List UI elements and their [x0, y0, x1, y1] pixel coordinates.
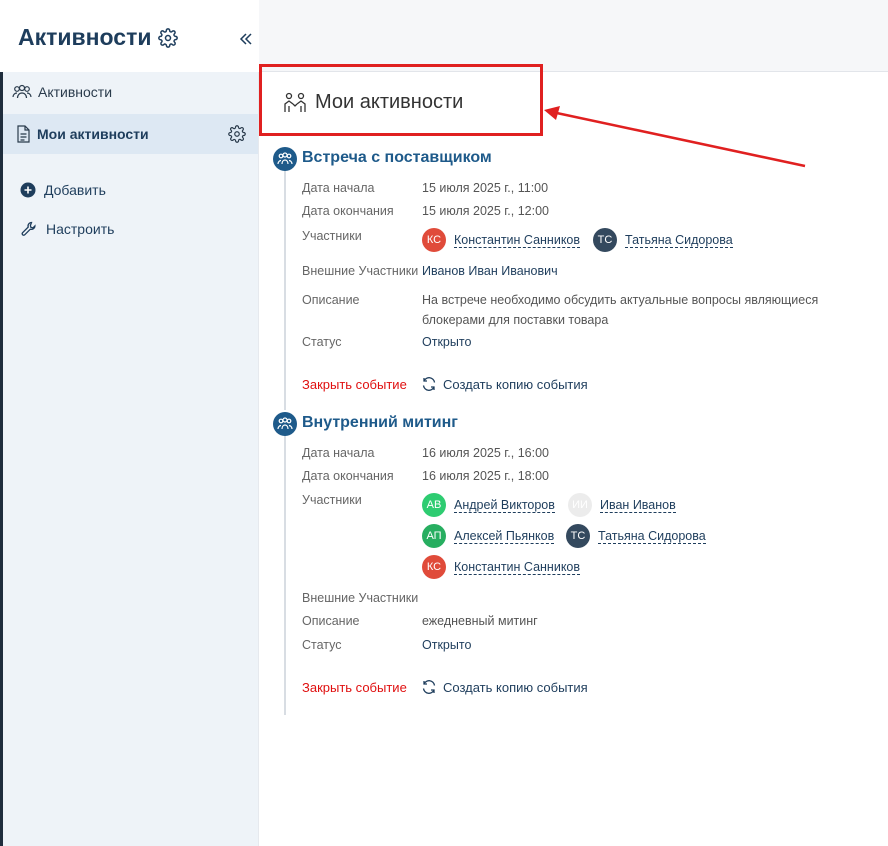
field-label-external: Внешние Участники	[302, 591, 419, 605]
avatar: ТС	[593, 228, 617, 252]
annotation-highlight-box	[259, 64, 543, 136]
avatar: АВ	[422, 493, 446, 517]
collapse-sidebar-button[interactable]	[233, 26, 259, 52]
field-label-participants: Участники	[302, 229, 362, 243]
sidebar-title: Активности	[18, 24, 178, 51]
field-label-status: Статус	[302, 638, 342, 652]
refresh-icon	[422, 680, 436, 694]
people-group-icon	[12, 84, 32, 99]
field-label-external: Внешние Участники	[302, 264, 419, 278]
copy-event-label: Создать копию события	[443, 376, 588, 392]
field-label-participants: Участники	[302, 493, 362, 507]
field-label-status: Статус	[302, 335, 342, 349]
copy-event-label: Создать копию события	[443, 679, 588, 695]
avatar: КС	[422, 555, 446, 579]
participant[interactable]: ТС Татьяна Сидорова	[593, 228, 733, 252]
participant[interactable]: КС Константин Санников	[422, 228, 581, 252]
sidebar-item-label: Мои активности	[37, 126, 149, 142]
participant[interactable]: АВ Андрей Викторов	[422, 493, 555, 517]
event-external-value: Иванов Иван Иванович	[422, 264, 558, 278]
plus-circle-icon	[20, 182, 36, 198]
participant-name[interactable]: Иван Иванов	[600, 498, 676, 513]
field-label-end: Дата окончания	[302, 469, 394, 483]
refresh-icon	[422, 377, 436, 391]
event-end-value: 16 июля 2025 г., 18:00	[422, 469, 550, 483]
close-event-button[interactable]: Закрыть событие	[302, 377, 407, 392]
avatar: АП	[422, 524, 446, 548]
event-title[interactable]: Внутренний митинг	[302, 414, 458, 432]
participant-name[interactable]: Константин Санников	[454, 560, 581, 575]
sidebar-item-my-activities[interactable]: Мои активности	[3, 114, 258, 154]
participant-name[interactable]: Татьяна Сидорова	[625, 233, 733, 248]
top-bar	[259, 0, 888, 72]
sidebar-title-text: Активности	[18, 24, 152, 50]
timeline-line	[284, 430, 286, 715]
participant[interactable]: ИИ Иван Иванов	[568, 493, 676, 517]
avatar: ИИ	[568, 493, 592, 517]
close-event-button[interactable]: Закрыть событие	[302, 680, 407, 695]
double-chevron-left-icon	[239, 33, 252, 45]
copy-event-button[interactable]: Создать копию события	[421, 679, 588, 695]
event-description-value: ежедневный митинг	[422, 614, 538, 628]
avatar: ТС	[566, 524, 590, 548]
event-start-value: 15 июля 2025 г., 11:00	[422, 181, 549, 195]
configure-button[interactable]: Настроить	[20, 220, 114, 238]
sidebar-item-label: Активности	[38, 84, 113, 100]
event-status-value: Открыто	[422, 638, 472, 652]
document-icon	[17, 125, 30, 143]
event-status-value: Открыто	[422, 335, 472, 349]
participant-name[interactable]: Татьяна Сидорова	[598, 529, 706, 544]
event-start-value: 16 июля 2025 г., 16:00	[422, 446, 550, 460]
people-group-icon	[277, 152, 293, 165]
avatar: КС	[422, 228, 446, 252]
people-group-icon	[277, 417, 293, 430]
wrench-icon	[21, 221, 36, 236]
event-icon	[273, 412, 297, 436]
field-label-start: Дата начала	[302, 446, 375, 460]
gear-icon[interactable]	[228, 125, 246, 143]
field-label-start: Дата начала	[302, 181, 375, 195]
participant-name[interactable]: Андрей Викторов	[454, 498, 555, 513]
configure-button-label: Настроить	[46, 221, 115, 237]
participant-name[interactable]: Константин Санников	[454, 233, 581, 248]
field-label-description: Описание	[302, 293, 360, 307]
event-end-value: 15 июля 2025 г., 12:00	[422, 204, 550, 218]
field-label-description: Описание	[302, 614, 360, 628]
sidebar-item-activities[interactable]: Активности	[12, 84, 112, 100]
participant[interactable]: АП Алексей Пьянков	[422, 524, 555, 548]
gear-icon[interactable]	[157, 27, 178, 48]
event-icon	[273, 147, 297, 171]
sidebar: Активности Активности Мои активности Доб…	[0, 0, 259, 846]
copy-event-button[interactable]: Создать копию события	[421, 376, 588, 392]
timeline-line	[284, 165, 286, 410]
participant-name[interactable]: Алексей Пьянков	[454, 529, 555, 544]
participant[interactable]: ТС Татьяна Сидорова	[566, 524, 706, 548]
participant[interactable]: КС Константин Санников	[422, 555, 581, 579]
add-button-label: Добавить	[44, 182, 106, 198]
sidebar-edge	[0, 72, 3, 846]
event-description-value: На встрече необходимо обсудить актуальны…	[422, 293, 819, 327]
annotation-arrow	[544, 106, 806, 168]
add-button[interactable]: Добавить	[20, 182, 106, 198]
field-label-end: Дата окончания	[302, 204, 394, 218]
event-title[interactable]: Встреча с поставщиком	[302, 149, 492, 167]
